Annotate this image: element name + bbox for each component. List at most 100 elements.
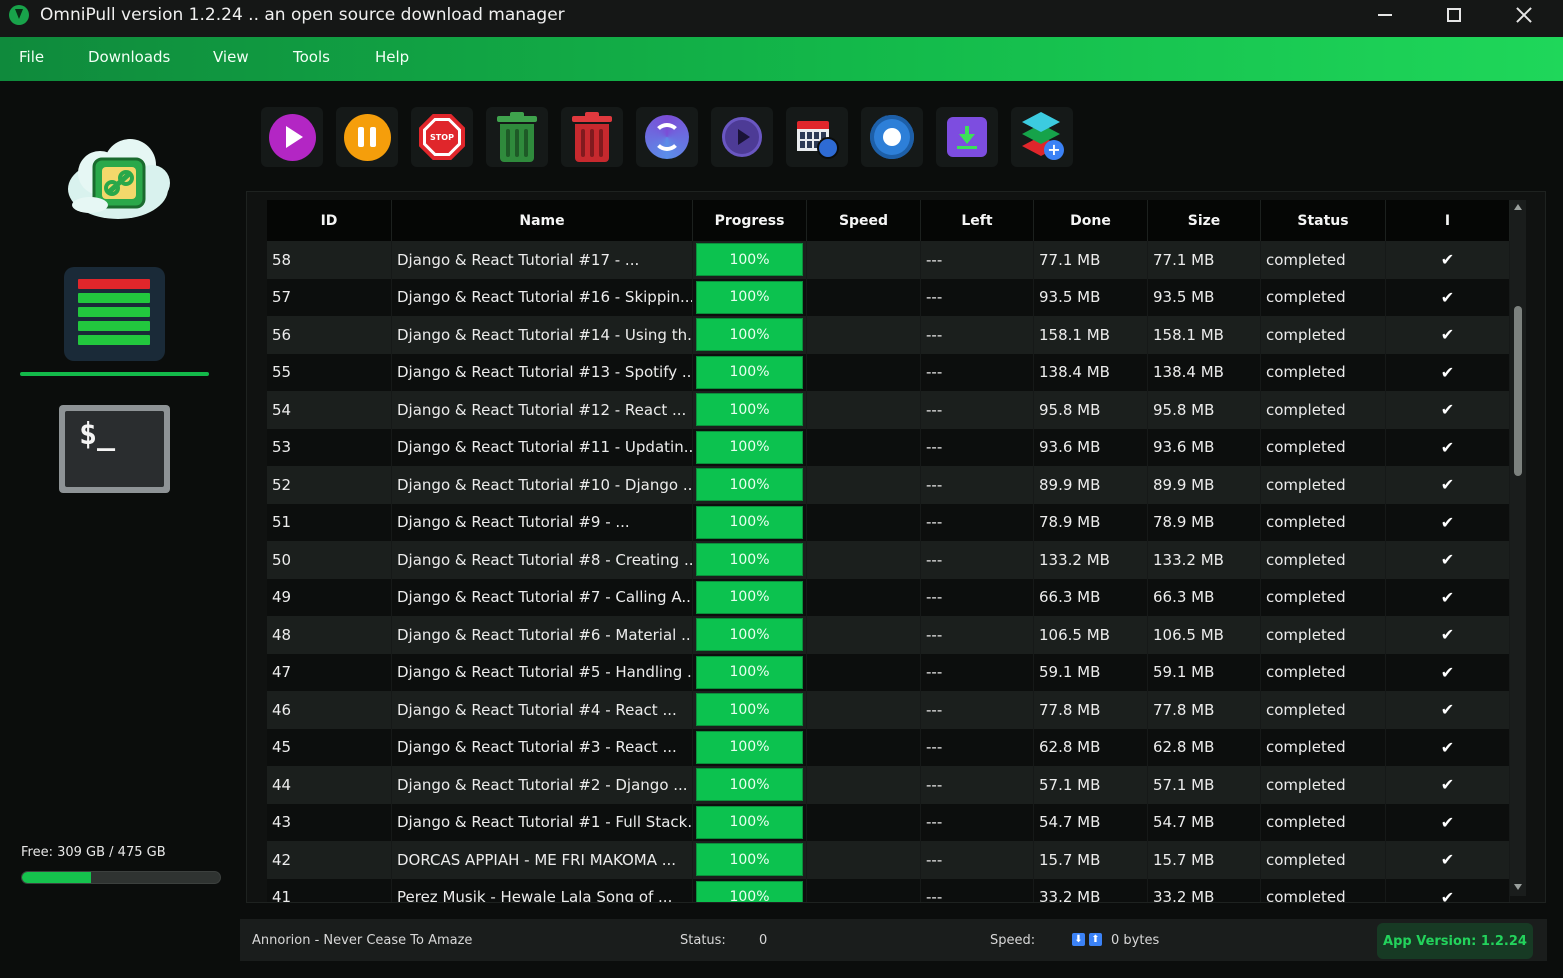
cell-id-text: 55	[272, 363, 292, 382]
cell-left-text: ---	[926, 438, 943, 457]
cell-name: Django & React Tutorial #4 - React ...	[392, 691, 693, 729]
media-button[interactable]	[711, 107, 773, 167]
check-icon: ✔	[1440, 775, 1455, 795]
cell-done-text: 33.2 MB	[1039, 888, 1101, 903]
cell-done-text: 77.8 MB	[1039, 700, 1101, 719]
cell-size: 33.2 MB	[1148, 878, 1261, 902]
table-row[interactable]: 46 Django & React Tutorial #4 - React ...…	[267, 691, 1510, 729]
cell-left-text: ---	[926, 663, 943, 682]
cell-size-text: 77.1 MB	[1153, 250, 1215, 269]
cell-size: 106.5 MB	[1148, 616, 1261, 654]
table-row[interactable]: 57 Django & React Tutorial #16 - Skippin.…	[267, 278, 1510, 316]
cell-left-text: ---	[926, 813, 943, 832]
schedule-button[interactable]	[786, 107, 848, 167]
table-row[interactable]: 42 DORCAS APPIAH - ME FRI MAKOMA ... 100% -…	[267, 841, 1510, 879]
table-row[interactable]: 50 Django & React Tutorial #8 - Creating …	[267, 541, 1510, 579]
status-label: Status:	[680, 933, 726, 948]
cell-progress: 100%	[693, 766, 807, 804]
table-row[interactable]: 44 Django & React Tutorial #2 - Django ..…	[267, 766, 1510, 804]
column-header-status[interactable]: Status	[1261, 200, 1386, 241]
cell-done: 15.7 MB	[1034, 841, 1148, 879]
column-header-id[interactable]: ID	[267, 200, 392, 241]
menu-file[interactable]: File	[19, 48, 44, 66]
settings-button[interactable]	[861, 107, 923, 167]
table-row[interactable]: 45 Django & React Tutorial #3 - React ...…	[267, 728, 1510, 766]
status-value: 0	[759, 933, 768, 948]
table-row[interactable]: 55 Django & React Tutorial #13 - Spotify …	[267, 353, 1510, 391]
batch-add-button[interactable]: +	[1011, 107, 1073, 167]
cell-status-text: completed	[1266, 663, 1346, 682]
cell-left: ---	[921, 278, 1034, 316]
speed-arrows: ⬇ ⬆	[1072, 933, 1102, 946]
cell-speed	[807, 241, 921, 279]
column-header-progress[interactable]: Progress	[693, 200, 807, 241]
cell-left: ---	[921, 241, 1034, 279]
menu-help[interactable]: Help	[375, 48, 409, 66]
table-row[interactable]: 49 Django & React Tutorial #7 - Calling A…	[267, 578, 1510, 616]
menu-view[interactable]: View	[213, 48, 249, 66]
terminal-icon[interactable]: $_	[59, 405, 170, 493]
speed-label: Speed:	[990, 933, 1036, 948]
menu-tools[interactable]: Tools	[293, 48, 330, 66]
table-row[interactable]: 51 Django & React Tutorial #9 - ... 100% --…	[267, 503, 1510, 541]
vertical-scrollbar[interactable]	[1510, 200, 1526, 896]
resume-button[interactable]	[261, 107, 323, 167]
column-header-speed[interactable]: Speed	[807, 200, 921, 241]
column-header-i[interactable]: I	[1386, 200, 1510, 241]
cell-done: 93.6 MB	[1034, 428, 1148, 466]
table-row[interactable]: 41 Perez Musik - Hewale Lala Song of ... 1…	[267, 878, 1510, 903]
table-header: ID Name Progress Speed Left Done Size St…	[267, 200, 1510, 241]
plus-icon: +	[1044, 140, 1064, 160]
delete-all-button[interactable]	[561, 107, 623, 167]
scroll-down-icon[interactable]	[1514, 884, 1522, 890]
table-row[interactable]: 47 Django & React Tutorial #5 - Handling …	[267, 653, 1510, 691]
table-row[interactable]: 52 Django & React Tutorial #10 - Django .…	[267, 466, 1510, 504]
cell-status-text: completed	[1266, 588, 1346, 607]
table-row[interactable]: 48 Django & React Tutorial #6 - Material …	[267, 616, 1510, 654]
check-icon: ✔	[1440, 512, 1455, 532]
table-row[interactable]: 43 Django & React Tutorial #1 - Full Stac…	[267, 803, 1510, 841]
stop-button[interactable]: STOP	[411, 107, 473, 167]
download-icon	[947, 117, 987, 157]
cell-done-text: 138.4 MB	[1039, 363, 1110, 382]
cell-speed	[807, 728, 921, 766]
cell-status-text: completed	[1266, 775, 1346, 794]
table-row[interactable]: 54 Django & React Tutorial #12 - React ..…	[267, 391, 1510, 429]
pause-button[interactable]	[336, 107, 398, 167]
cell-name-text: Django & React Tutorial #2 - Django ...	[397, 775, 688, 794]
scroll-up-icon[interactable]	[1514, 204, 1522, 210]
table-row[interactable]: 53 Django & React Tutorial #11 - Updatin.…	[267, 428, 1510, 466]
cell-check: ✔	[1386, 653, 1510, 691]
cell-name: Django & React Tutorial #8 - Creating ..…	[392, 541, 693, 579]
column-header-left[interactable]: Left	[921, 200, 1034, 241]
refresh-button[interactable]	[636, 107, 698, 167]
downloads-list-icon[interactable]	[64, 267, 165, 361]
cell-done: 77.8 MB	[1034, 691, 1148, 729]
close-button[interactable]	[1489, 0, 1559, 30]
scrollbar-thumb[interactable]	[1514, 306, 1522, 476]
cloud-link-icon[interactable]	[60, 131, 175, 226]
table-row[interactable]: 56 Django & React Tutorial #14 - Using th…	[267, 316, 1510, 354]
table-row[interactable]: 58 Django & React Tutorial #17 - ... 100% -…	[267, 241, 1510, 279]
maximize-button[interactable]	[1419, 0, 1489, 30]
cell-status: completed	[1261, 766, 1386, 804]
column-header-done[interactable]: Done	[1034, 200, 1148, 241]
download-button[interactable]	[936, 107, 998, 167]
cell-speed	[807, 841, 921, 879]
column-header-name[interactable]: Name	[392, 200, 693, 241]
progress-bar: 100%	[696, 430, 803, 464]
delete-button[interactable]	[486, 107, 548, 167]
menu-downloads[interactable]: Downloads	[88, 48, 170, 66]
cell-left-text: ---	[926, 700, 943, 719]
column-header-size[interactable]: Size	[1148, 200, 1261, 241]
cell-id-text: 57	[272, 288, 292, 307]
cell-done: 138.4 MB	[1034, 353, 1148, 391]
cell-check: ✔	[1386, 316, 1510, 354]
cell-progress: 100%	[693, 691, 807, 729]
cell-left-text: ---	[926, 363, 943, 382]
cell-size-text: 133.2 MB	[1153, 550, 1224, 569]
minimize-button[interactable]	[1350, 0, 1420, 30]
cell-progress: 100%	[693, 428, 807, 466]
toolbar: STOP +	[246, 95, 1546, 180]
cell-done: 78.9 MB	[1034, 503, 1148, 541]
